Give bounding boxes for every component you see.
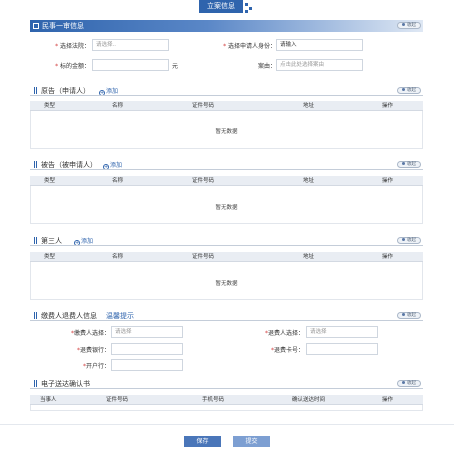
cause-select[interactable]: 点击此处选择案由 xyxy=(276,59,363,71)
column-header: 操作 xyxy=(382,254,394,260)
applicant-role-input[interactable]: 请输入 xyxy=(276,39,363,51)
amount-unit: 元 xyxy=(172,63,179,70)
column-header: 操作 xyxy=(382,103,394,109)
column-header: 类型 xyxy=(44,254,56,260)
section-divider xyxy=(30,320,423,321)
amount-label: * 标的金额： xyxy=(55,63,90,70)
column-header: 手机号码 xyxy=(202,397,225,403)
section-divider xyxy=(30,245,423,246)
section-marker-icon xyxy=(34,380,37,387)
collapse-icon xyxy=(402,23,405,26)
column-header: 证件号码 xyxy=(192,254,215,260)
section-header-bar: 民事一审信息 xyxy=(30,20,423,32)
third-party-table-body: 暂无数据 xyxy=(30,262,423,300)
payer-select[interactable]: 请选择 xyxy=(111,326,183,338)
column-header: 当事人 xyxy=(40,397,57,403)
section-marker-icon xyxy=(34,161,37,168)
refund-select-label: *退费人选择： xyxy=(264,330,304,337)
service-table-body xyxy=(30,405,423,411)
column-header: 操作 xyxy=(382,178,394,184)
collapse-icon xyxy=(402,162,405,165)
plaintiff-table-body: 暂无数据 xyxy=(30,111,423,149)
section-divider xyxy=(30,169,423,170)
collapse-button[interactable]: 收起 xyxy=(397,312,421,319)
column-header: 操作 xyxy=(382,397,394,403)
applicant-role-label: * 选择申请人身份： xyxy=(223,43,276,50)
empty-text: 暂无数据 xyxy=(215,129,238,135)
footer-divider xyxy=(0,424,454,425)
form-icon xyxy=(33,23,39,29)
section-marker-icon xyxy=(34,237,37,244)
page-tab-label: 立案信息 xyxy=(199,0,243,13)
section-marker-icon xyxy=(34,312,37,319)
collapse-icon xyxy=(402,88,405,91)
column-header: 名称 xyxy=(112,103,124,109)
column-header: 证件号码 xyxy=(106,397,129,403)
plaintiff-table-header: 类型 名称 证件号码 地址 操作 xyxy=(30,101,423,111)
service-table-header: 当事人 证件号码 手机号码 确认送达时间 操作 xyxy=(30,395,423,405)
column-header: 地址 xyxy=(303,178,315,184)
refund-account-label: *退费卡号： xyxy=(270,347,304,354)
section-title: 民事一审信息 xyxy=(42,22,84,30)
column-header: 确认送达时间 xyxy=(292,397,326,403)
section-divider xyxy=(30,388,423,389)
cause-label: 案由： xyxy=(257,63,276,70)
page-tab: 立案信息 xyxy=(195,0,257,15)
defendant-table-body: 暂无数据 xyxy=(30,186,423,224)
column-header: 证件号码 xyxy=(192,178,215,184)
section-marker-icon xyxy=(34,87,37,94)
empty-text: 暂无数据 xyxy=(215,205,238,211)
refund-select[interactable]: 请选择 xyxy=(306,326,378,338)
column-header: 类型 xyxy=(44,103,56,109)
payer-select-label: *缴费人选择： xyxy=(70,330,110,337)
defendant-table-header: 类型 名称 证件号码 地址 操作 xyxy=(30,176,423,186)
column-header: 名称 xyxy=(112,178,124,184)
third-party-table-header: 类型 名称 证件号码 地址 操作 xyxy=(30,252,423,262)
amount-input[interactable] xyxy=(92,59,169,71)
column-header: 证件号码 xyxy=(192,103,215,109)
collapse-label: 收起 xyxy=(407,23,416,28)
section-divider xyxy=(30,95,423,96)
account-holder-input[interactable] xyxy=(111,359,183,371)
collapse-button[interactable]: 收起 xyxy=(397,237,421,244)
column-header: 名称 xyxy=(112,254,124,260)
submit-button[interactable]: 提交 xyxy=(233,436,270,447)
collapse-button[interactable]: 收起 xyxy=(397,380,421,387)
tab-decoration xyxy=(245,10,248,13)
court-label: * 选择法院： xyxy=(55,43,90,50)
column-header: 类型 xyxy=(44,178,56,184)
tab-decoration xyxy=(245,3,248,6)
column-header: 地址 xyxy=(303,103,315,109)
empty-text: 暂无数据 xyxy=(215,281,238,287)
court-select[interactable]: 请选择.. xyxy=(92,39,169,51)
collapse-icon xyxy=(402,313,405,316)
save-button[interactable]: 保存 xyxy=(184,436,221,447)
collapse-button[interactable]: 收起 xyxy=(397,161,421,168)
account-holder-label: *开户行： xyxy=(82,363,110,370)
refund-bank-input[interactable] xyxy=(111,343,183,355)
collapse-icon xyxy=(402,238,405,241)
tab-decoration xyxy=(249,7,252,10)
column-header: 地址 xyxy=(303,254,315,260)
collapse-button[interactable]: 收起 xyxy=(397,87,421,94)
collapse-icon xyxy=(402,381,405,384)
refund-account-input[interactable] xyxy=(306,343,378,355)
collapse-button[interactable]: 收起 xyxy=(397,22,421,29)
refund-bank-label: *退费银行： xyxy=(76,347,110,354)
